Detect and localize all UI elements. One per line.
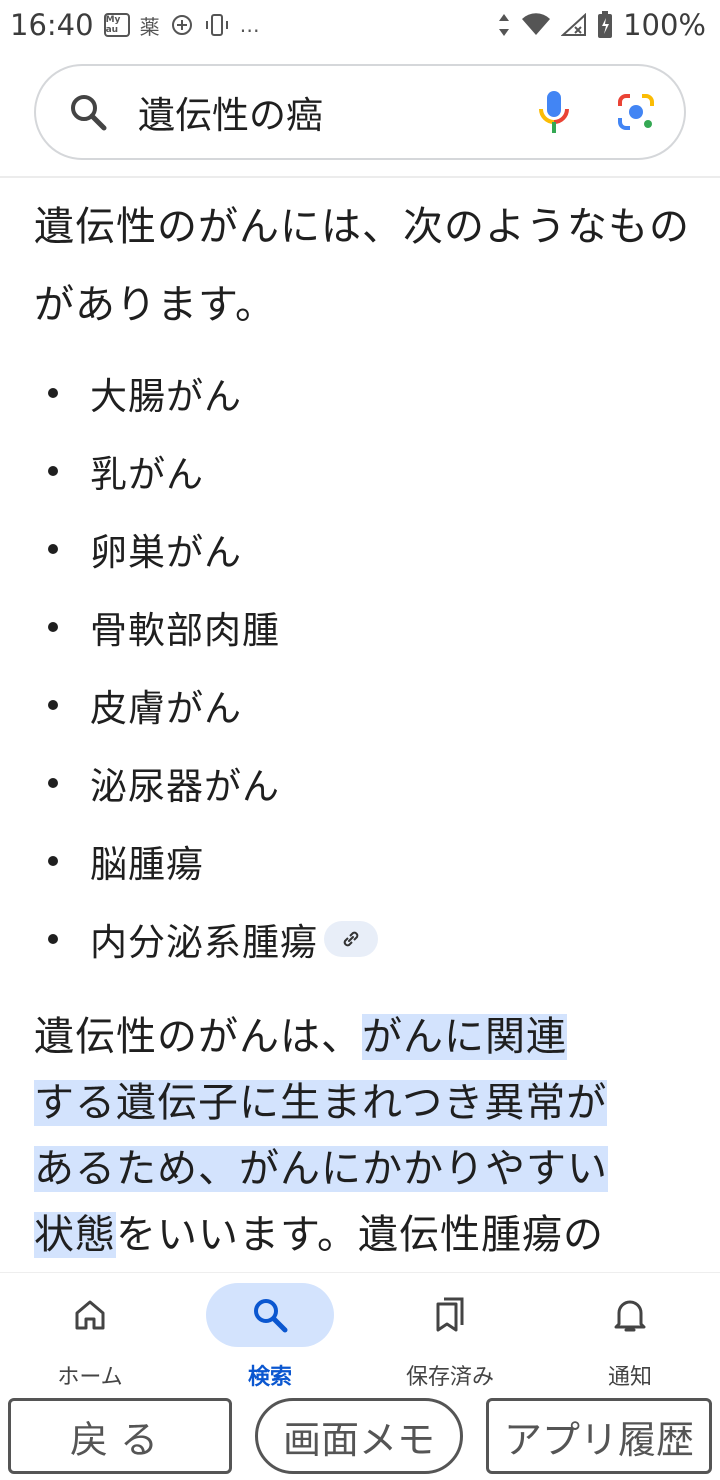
nav-home-pill [26, 1283, 154, 1347]
bullet-dot [48, 700, 58, 710]
signal-icon [561, 13, 587, 37]
list-item: 脳腫瘍 [34, 822, 694, 900]
list-item: 泌尿器がん [34, 744, 694, 822]
system-button-bar: 戻る 画面メモ アプリ履歴 [0, 1392, 720, 1480]
highlighted-text: あるため、がんにかかりやすい [34, 1146, 608, 1192]
search-query[interactable]: 遺伝性の癌 [138, 85, 536, 139]
back-button[interactable]: 戻る [8, 1398, 232, 1474]
list-item-label: 卵巣がん [90, 531, 242, 574]
bookmarks-icon [436, 1297, 464, 1332]
search-icon [254, 1299, 288, 1333]
list-item: 卵巣がん [34, 510, 694, 588]
nav-search[interactable]: 検索 [190, 1273, 350, 1391]
answer-content: 遺伝性のがんには、次のようなものがあります。 大腸がん 乳がん 卵巣がん 骨軟部… [34, 188, 694, 1268]
list-item-label: 乳がん [90, 453, 204, 496]
nav-saved[interactable]: 保存済み [370, 1273, 530, 1391]
list-item-label: 泌尿器がん [90, 765, 280, 808]
source-link-chip[interactable] [324, 921, 378, 957]
clock: 16:40 [10, 8, 94, 42]
list-item: 骨軟部肉腫 [34, 588, 694, 666]
highlighted-text: する遺伝子に生まれつき異常が [34, 1080, 608, 1126]
intro-text: 遺伝性のがんには、次のようなものがあります。 [34, 204, 690, 328]
nav-home[interactable]: ホーム [10, 1273, 170, 1391]
my-au-icon: My au [103, 13, 130, 37]
data-transfer-icon [497, 12, 511, 38]
search-bar[interactable]: 遺伝性の癌 [34, 64, 686, 160]
list-item: 大腸がん [34, 354, 694, 432]
app-history-button[interactable]: アプリ履歴 [486, 1398, 712, 1474]
bullet-dot [48, 778, 58, 788]
google-lens-icon[interactable] [616, 92, 656, 132]
explanation-paragraph: 遺伝性のがんは、がんに関連する遺伝子に生まれつき異常が あるため、がんにかかりやす… [34, 1004, 694, 1268]
search-icon [71, 95, 107, 131]
status-right: 100% [497, 8, 706, 42]
bullet-dot [48, 544, 58, 554]
google-app-screen: 16:40 My au 薬 … 100% 遺伝性の癌 遺伝性のがんには、次のよう… [0, 0, 720, 1480]
nav-notifications-label: 通知 [607, 1365, 652, 1390]
bell-icon [614, 1300, 646, 1332]
pharmacy-icon: 薬 [139, 14, 160, 39]
nav-search-label: 検索 [247, 1365, 292, 1390]
bullet-dot [48, 622, 58, 632]
bullet-dot [48, 934, 58, 944]
list-item-label: 皮膚がん [90, 687, 242, 730]
bullet-dot [48, 388, 58, 398]
nav-search-pill [206, 1283, 334, 1347]
status-left: 16:40 My au 薬 … [10, 8, 260, 42]
bullet-dot [48, 466, 58, 476]
link-icon [343, 931, 359, 947]
list-item-label: 大腸がん [90, 375, 242, 418]
nav-home-label: ホーム [57, 1365, 123, 1390]
list-item: 乳がん [34, 432, 694, 510]
battery-icon [597, 11, 613, 39]
highlighted-text: 状態 [34, 1212, 116, 1258]
phone-vibrate-icon [204, 13, 230, 37]
home-icon [75, 1300, 105, 1330]
screen-memo-button[interactable]: 画面メモ [255, 1398, 463, 1474]
status-bar: 16:40 My au 薬 … 100% [0, 0, 720, 50]
bottom-navigation: ホーム 検索 保存済み 通知 [0, 1272, 720, 1390]
nav-notifications-pill [566, 1283, 694, 1347]
nav-notifications[interactable]: 通知 [550, 1273, 710, 1391]
list-item: 皮膚がん [34, 666, 694, 744]
para-text: をいいます。遺伝性腫瘍の [116, 1212, 604, 1258]
nav-saved-pill [386, 1283, 514, 1347]
bullet-dot [48, 856, 58, 866]
highlighted-text: がんに関連 [362, 1014, 567, 1060]
cancer-types-list: 大腸がん 乳がん 卵巣がん 骨軟部肉腫 皮膚がん 泌尿器がん 脳腫瘍 内分泌系腫… [34, 354, 694, 978]
para-text: 遺伝性のがんは、 [34, 1014, 362, 1060]
mic-icon[interactable] [536, 89, 572, 135]
battery-level: 100% [623, 8, 706, 42]
more-notifications-icon: … [239, 13, 260, 37]
list-item-label: 骨軟部肉腫 [90, 609, 280, 652]
wifi-icon [521, 13, 551, 37]
list-item: 内分泌系腫瘍 [34, 900, 694, 978]
list-item-label: 脳腫瘍 [90, 843, 204, 886]
list-item-label: 内分泌系腫瘍 [90, 921, 318, 964]
nav-saved-label: 保存済み [405, 1365, 494, 1390]
app-notification-icon [170, 13, 194, 37]
header-divider [0, 176, 720, 178]
